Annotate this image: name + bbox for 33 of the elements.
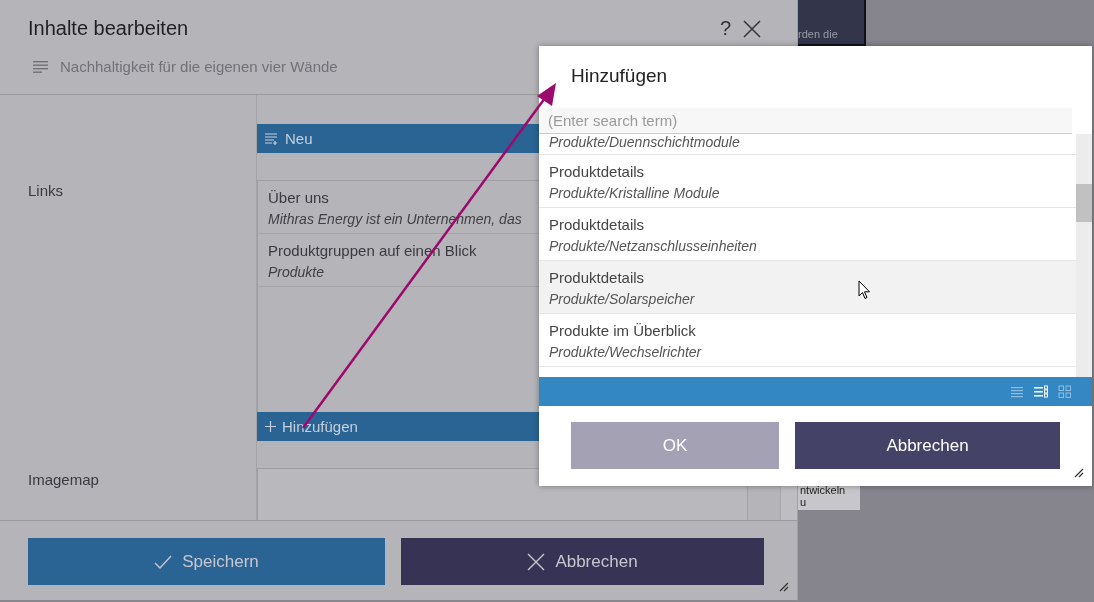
page-subtitle: Nachhaltigkeit für die eigenen vier Wände <box>60 58 338 75</box>
mouse-cursor-icon <box>858 280 871 300</box>
plus-icon <box>265 421 276 432</box>
dialog-title: Hinzufügen <box>570 64 669 88</box>
background-text: u <box>800 496 808 508</box>
background-text: ntwickeln <box>800 484 847 496</box>
check-icon <box>154 554 173 569</box>
field-label: Imagemap <box>28 471 100 488</box>
search-field[interactable]: (Enter search term) <box>539 108 1072 134</box>
close-icon[interactable] <box>743 19 761 38</box>
save-button[interactable]: Speichern <box>28 538 385 585</box>
result-item[interactable]: Produktdetails Produkte/Netzanschlusseinheiten <box>539 208 1076 261</box>
grid-view-icon[interactable] <box>1058 384 1072 399</box>
result-item[interactable]: Produkte/Duennschichtmodule <box>539 134 1076 155</box>
link-title[interactable]: Über uns <box>268 189 329 206</box>
field-label: Links <box>28 182 65 199</box>
result-item[interactable]: Produktdetails Produkte/Kristalline Module <box>539 155 1076 208</box>
add-list-icon <box>265 132 279 145</box>
result-item[interactable]: Produktdetails Produkte/Solarspeicher <box>539 261 1076 314</box>
scrollbar[interactable] <box>1076 134 1092 377</box>
resize-grip-icon[interactable] <box>1074 468 1084 478</box>
help-button[interactable]: ? <box>719 17 731 40</box>
dialog-title: Inhalte bearbeiten <box>28 17 189 40</box>
close-icon <box>527 552 546 571</box>
text-lines-icon <box>33 60 48 73</box>
cancel-button[interactable]: Abbrechen <box>795 422 1060 469</box>
background-text: rden die <box>798 28 838 40</box>
cancel-button[interactable]: Abbrechen <box>401 538 764 585</box>
result-item[interactable]: Produkte im Überblick Produkte/Wechselrichter <box>539 314 1076 367</box>
link-description: Produkte <box>268 264 325 280</box>
detail-list-view-icon[interactable] <box>1034 384 1048 399</box>
resize-grip-icon[interactable] <box>779 582 789 592</box>
list-view-icon[interactable] <box>1010 384 1024 399</box>
